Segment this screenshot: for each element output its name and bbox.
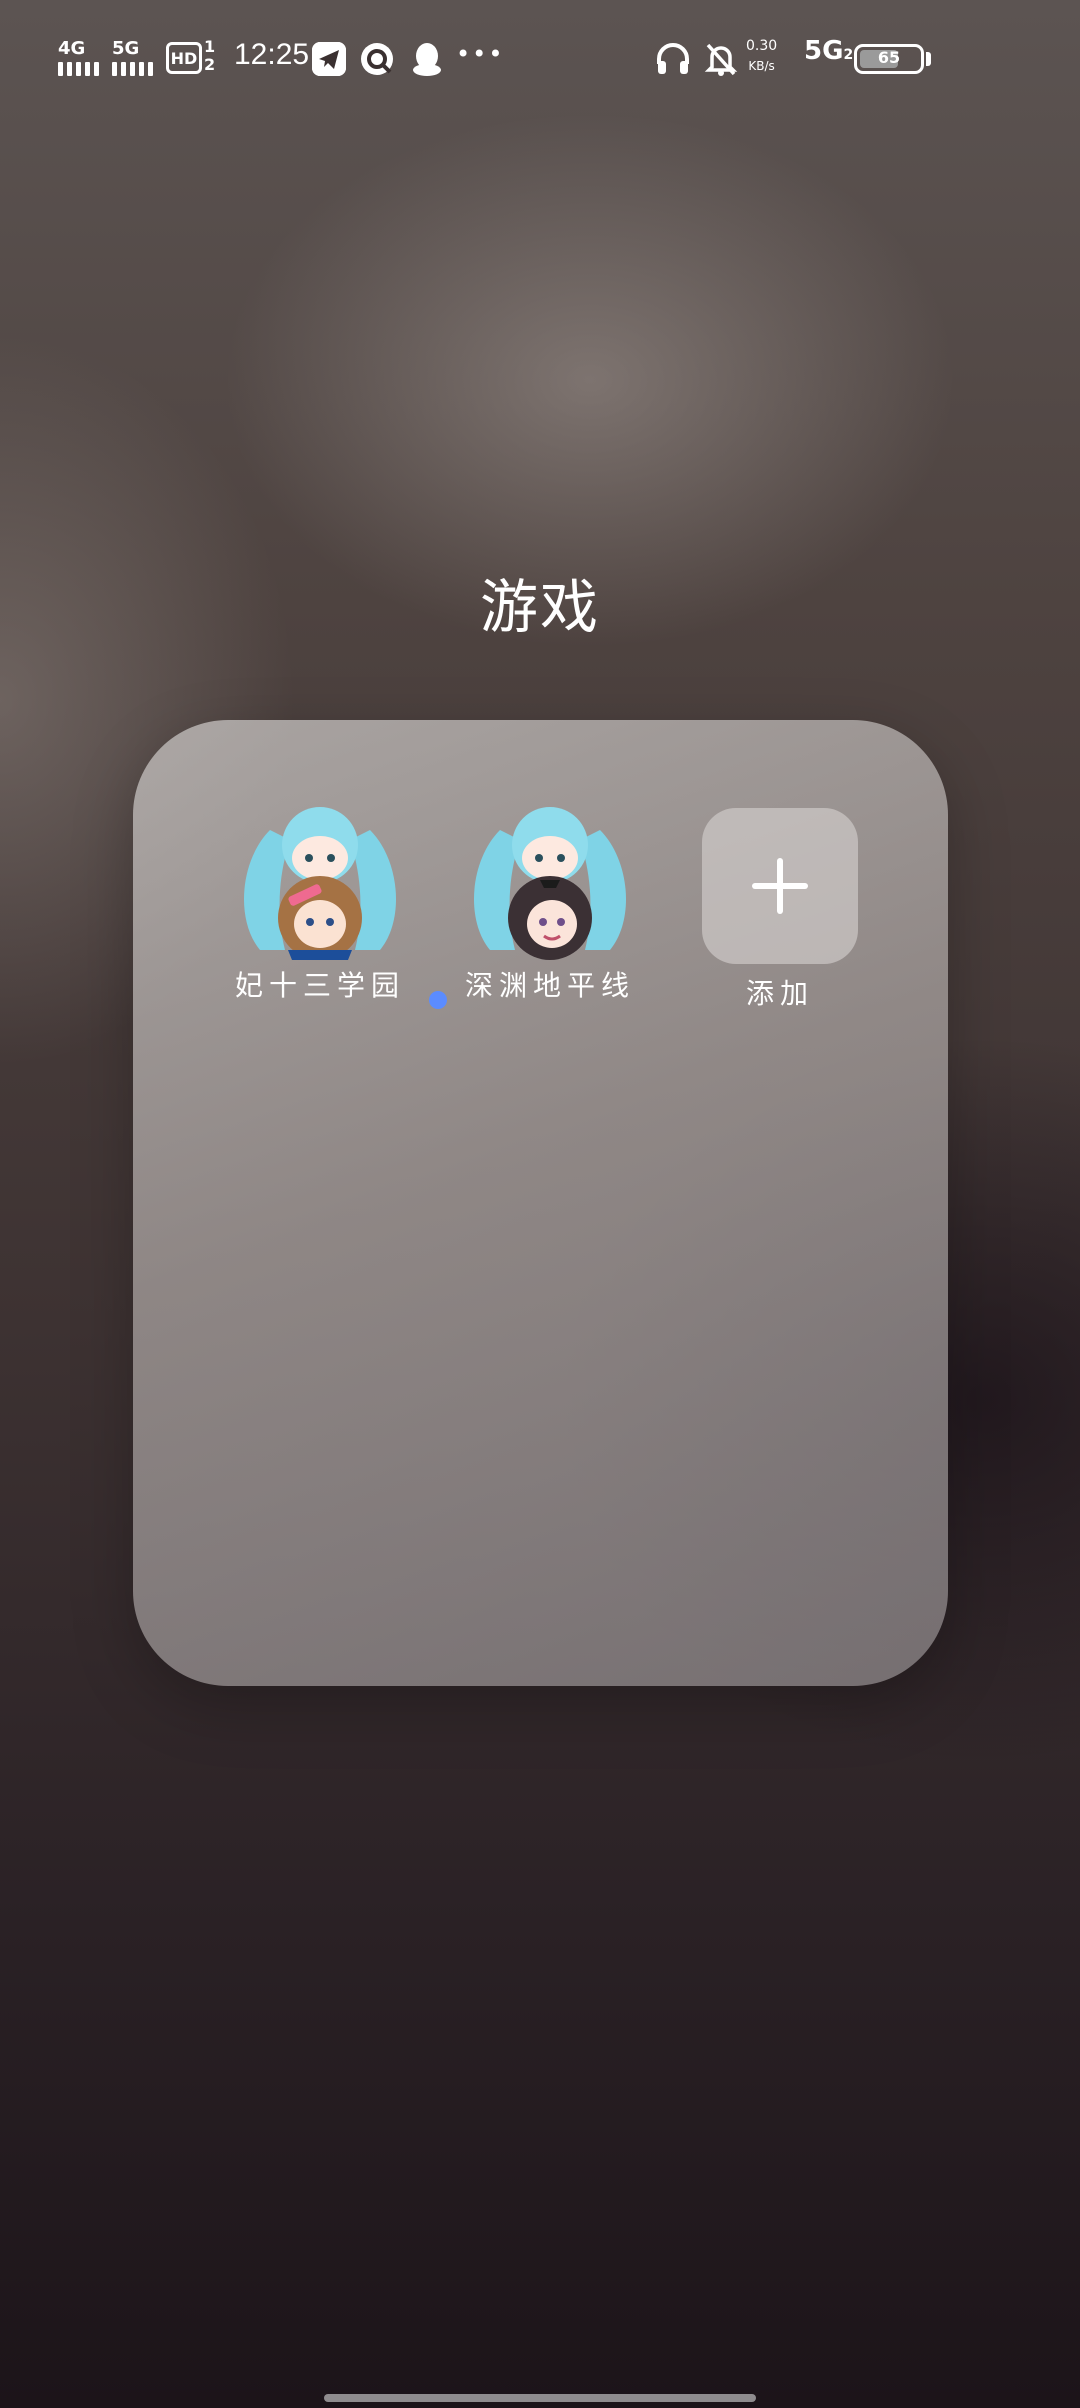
sim1-signal-icon: 4G	[58, 38, 108, 76]
app-folder-panel: 妃十三学园 深渊地平线 添加	[133, 720, 948, 1686]
data-network-indicator: 5G2	[804, 36, 853, 66]
network-speed-unit: KB/s	[748, 59, 775, 73]
muted-bell-icon	[702, 40, 740, 78]
add-icon	[702, 808, 858, 964]
qq-icon	[410, 40, 444, 78]
sim2-network-type: 5G	[112, 38, 140, 59]
battery-level: 65	[877, 48, 901, 67]
data-network-type: 5G	[804, 36, 844, 66]
data-network-sim: 2	[843, 47, 854, 63]
status-bar: 4G 5G HD 1 2 12:25 ••• 0.30 KB/s 5G2 65	[0, 0, 1080, 120]
home-indicator[interactable]	[324, 2394, 756, 2402]
new-install-dot	[429, 991, 447, 1009]
game-app-icon	[230, 800, 410, 960]
app-label: 深渊地平线	[464, 969, 635, 1002]
app-icon-1[interactable]: 妃十三学园	[205, 800, 435, 1004]
sim1-network-type: 4G	[58, 38, 86, 59]
headphones-icon	[654, 40, 692, 78]
add-app-button[interactable]: 添加	[665, 808, 895, 1012]
network-speed-value: 0.30	[746, 38, 778, 54]
battery-icon: 65	[854, 44, 924, 74]
more-icon: •••	[456, 40, 505, 68]
app-icon-2[interactable]: 深渊地平线	[435, 800, 665, 1004]
hd-sim-numbers: 1 2	[204, 37, 216, 74]
battery-tip	[926, 52, 931, 66]
qq-browser-icon	[360, 42, 394, 76]
clock: 12:25	[234, 38, 310, 71]
folder-title[interactable]: 游戏	[0, 560, 1080, 644]
add-label: 添加	[745, 977, 814, 1010]
network-speed: 0.30 KB/s	[746, 36, 777, 76]
hd-voice-icon: HD	[166, 42, 202, 74]
app-label: 妃十三学园	[234, 969, 405, 1002]
telegram-icon	[312, 42, 346, 76]
game-app-icon	[460, 800, 640, 960]
sim2-signal-icon: 5G	[112, 38, 162, 76]
